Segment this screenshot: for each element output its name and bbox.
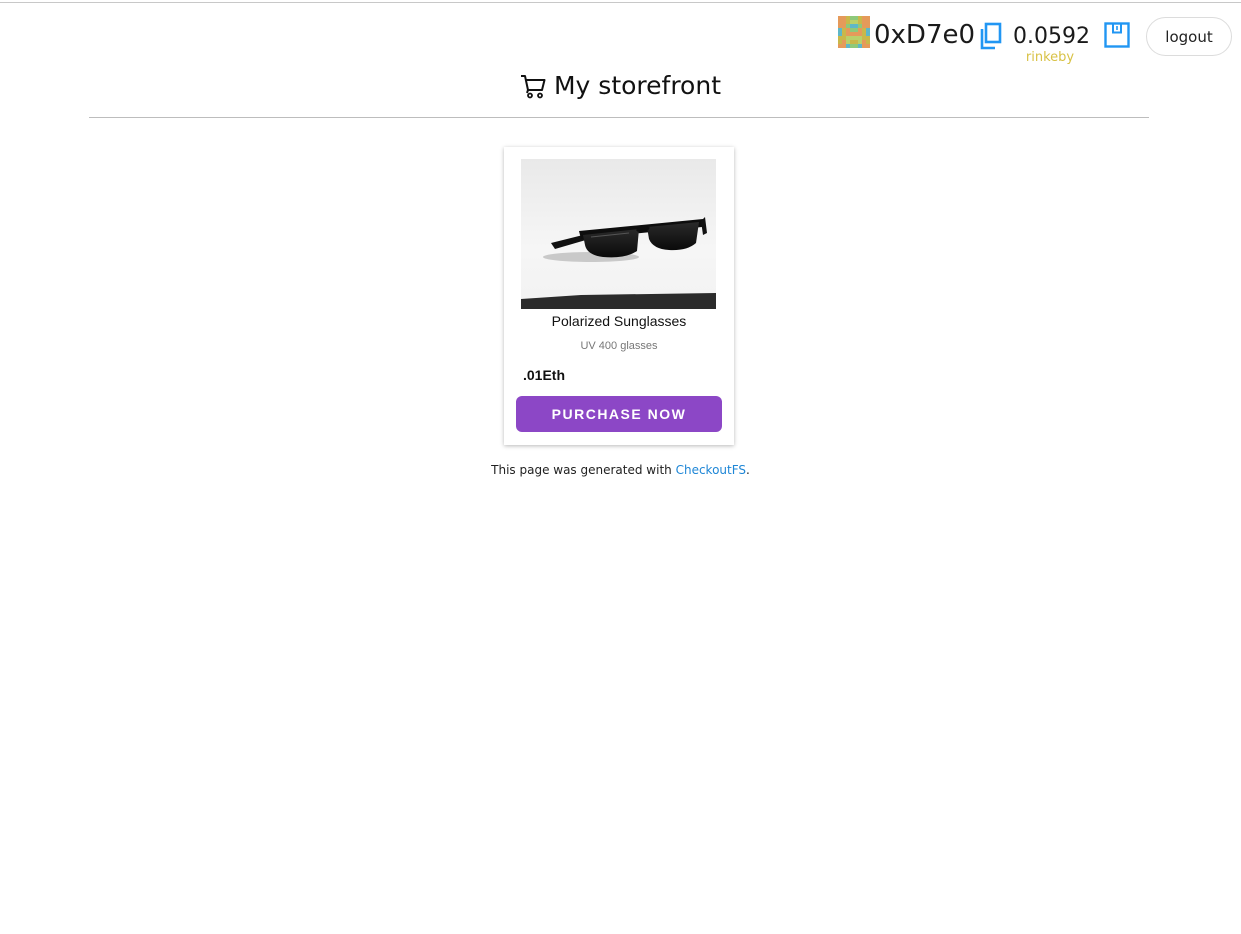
purchase-now-button[interactable]: PURCHASE NOW	[516, 396, 722, 432]
page-header: My storefront	[0, 68, 1241, 104]
account-address: 0xD7e0	[874, 20, 976, 50]
checkoutfs-link[interactable]: CheckoutFS	[676, 463, 746, 477]
wallet-icon[interactable]	[1104, 22, 1130, 48]
product-description: UV 400 glasses	[580, 340, 658, 352]
product-card: Polarized Sunglasses UV 400 glasses .01E…	[504, 147, 734, 445]
product-name: Polarized Sunglasses	[551, 313, 687, 329]
sunglasses-photo	[521, 159, 716, 309]
logout-button[interactable]: logout	[1146, 17, 1232, 56]
footer-text: This page was generated with	[491, 463, 676, 477]
footer-period: .	[746, 463, 750, 477]
product-price: .01Eth	[523, 367, 566, 383]
product-image	[521, 159, 716, 309]
footer: This page was generated with CheckoutFS.	[0, 463, 1241, 477]
top-divider	[0, 2, 1241, 3]
header-divider	[89, 117, 1149, 118]
page-title: My storefront	[553, 71, 722, 100]
network-name: rinkeby	[1025, 50, 1075, 65]
copy-icon[interactable]	[979, 22, 1003, 50]
cart-icon	[520, 75, 546, 99]
account-identicon	[838, 16, 870, 48]
account-balance: 0.0592	[1013, 24, 1090, 49]
identicon-cell	[866, 44, 870, 48]
